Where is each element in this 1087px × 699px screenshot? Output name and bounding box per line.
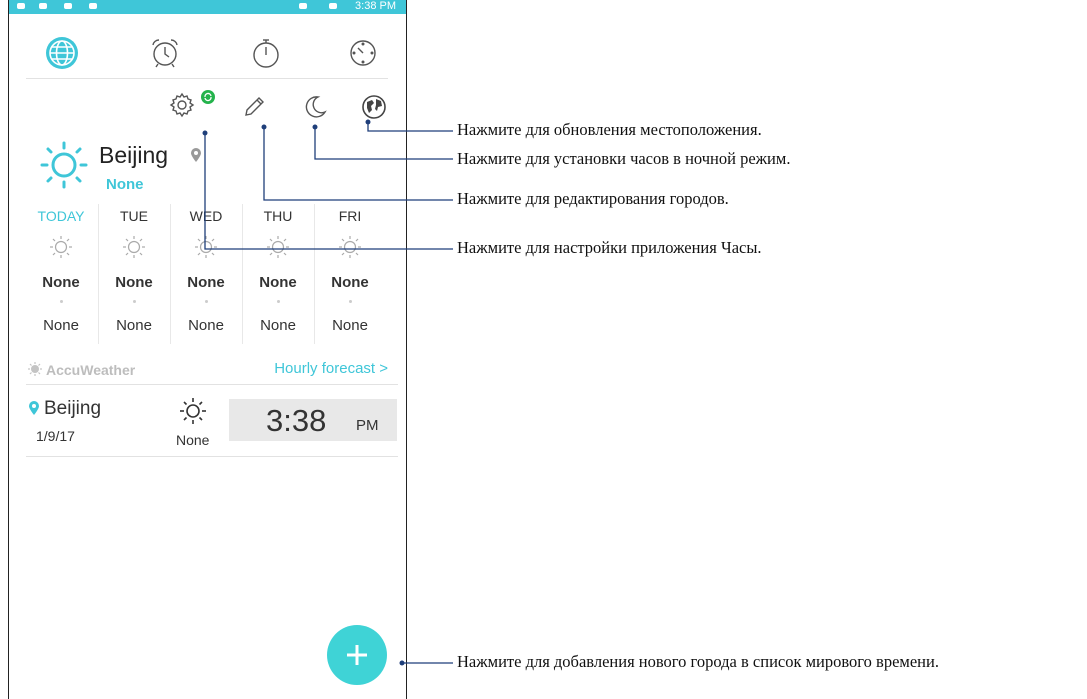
current-city: Beijing	[99, 142, 169, 168]
plus-icon	[347, 645, 367, 665]
callout-night-mode: Нажмите для установки часов в ночной реж…	[457, 149, 791, 168]
status-time: 3:38 PM	[355, 0, 396, 12]
status-bar: 3:38 PM	[9, 0, 406, 14]
earth-icon	[362, 95, 386, 119]
callout-add-city: Нажмите для добавления нового города в с…	[457, 652, 939, 671]
forecast-low: None	[188, 317, 224, 334]
current-condition: None	[106, 176, 144, 193]
moon-icon	[305, 96, 327, 118]
sun-icon	[40, 141, 88, 189]
forecast-high: None	[187, 274, 225, 291]
forecast-high: None	[259, 274, 297, 291]
world-condition: None	[176, 432, 210, 448]
forecast-day: FRI None None	[314, 204, 385, 344]
signal-icon	[299, 3, 307, 9]
separator-dot	[60, 300, 63, 303]
forecast-day-label: THU	[263, 208, 293, 224]
world-clock-row[interactable]: Beijing 1/9/17 None 3:38 PM	[26, 390, 398, 457]
sun-icon	[50, 236, 72, 258]
tab-bar	[26, 30, 388, 79]
world-date: 1/9/17	[36, 428, 75, 444]
update-location-button[interactable]	[361, 94, 387, 120]
forecast-day-label: TUE	[120, 208, 148, 224]
forecast-high: None	[115, 274, 153, 291]
separator-dot	[349, 300, 352, 303]
sync-icon	[201, 90, 215, 104]
forecast-strip: TODAY None None TUE None None WED None N…	[26, 204, 386, 344]
forecast-high: None	[42, 274, 80, 291]
sun-icon	[267, 236, 289, 258]
forecast-day-label: TODAY	[37, 208, 85, 224]
tab-alarm[interactable]	[148, 36, 182, 70]
forecast-low: None	[116, 317, 152, 334]
callout-edit-cities: Нажмите для редактирования городов.	[457, 189, 729, 208]
timer-icon	[350, 40, 376, 66]
notification-icon	[89, 3, 97, 9]
hourly-forecast-link[interactable]: Hourly forecast >	[274, 360, 388, 377]
forecast-day: WED None None	[170, 204, 241, 344]
accuweather-logo-icon	[28, 362, 42, 376]
forecast-low: None	[260, 317, 296, 334]
forecast-high: None	[331, 274, 369, 291]
sun-icon	[339, 236, 361, 258]
phone-screen: 3:38 PM Beijing None TODAY None None TUE…	[8, 0, 407, 699]
battery-icon	[329, 3, 337, 9]
forecast-low: None	[332, 317, 368, 334]
forecast-day-label: WED	[189, 208, 223, 224]
callout-settings: Нажмите для настройки приложения Часы.	[457, 238, 762, 257]
forecast-day: TODAY None None	[26, 204, 96, 344]
tab-stopwatch[interactable]	[249, 36, 283, 70]
separator-dot	[277, 300, 280, 303]
digital-clock: 3:38 PM	[229, 399, 397, 441]
forecast-day: THU None None	[242, 204, 313, 344]
alarm-clock-icon	[152, 39, 178, 68]
separator-dot	[205, 300, 208, 303]
gear-icon	[169, 92, 195, 118]
add-city-button[interactable]	[327, 625, 387, 685]
night-mode-button[interactable]	[303, 94, 329, 120]
sun-icon	[180, 398, 206, 424]
sun-icon	[123, 236, 145, 258]
location-pin-icon	[29, 401, 39, 415]
tab-world-clock[interactable]	[45, 36, 79, 70]
notification-icon	[64, 3, 72, 9]
callout-update-location: Нажмите для обновления местоположения.	[457, 120, 762, 139]
location-pin-icon	[191, 148, 201, 162]
pencil-icon	[245, 97, 264, 116]
sun-icon	[195, 236, 217, 258]
world-city: Beijing	[44, 398, 102, 419]
sync-arrows	[204, 92, 212, 102]
edit-cities-button[interactable]	[241, 94, 267, 120]
separator-dot	[133, 300, 136, 303]
clock-time: 3:38	[266, 403, 327, 438]
settings-button[interactable]	[169, 92, 195, 118]
accuweather-brand: AccuWeather	[46, 362, 136, 378]
clock-ampm: PM	[356, 417, 379, 434]
stopwatch-icon	[253, 39, 279, 68]
tab-timer[interactable]	[346, 36, 380, 70]
accuweather-row: AccuWeather Hourly forecast >	[26, 356, 398, 385]
forecast-day-label: FRI	[338, 208, 362, 224]
forecast-low: None	[43, 317, 79, 334]
forecast-day: TUE None None	[98, 204, 169, 344]
notification-icon	[17, 3, 25, 9]
globe-icon	[46, 37, 78, 69]
notification-icon	[39, 3, 47, 9]
